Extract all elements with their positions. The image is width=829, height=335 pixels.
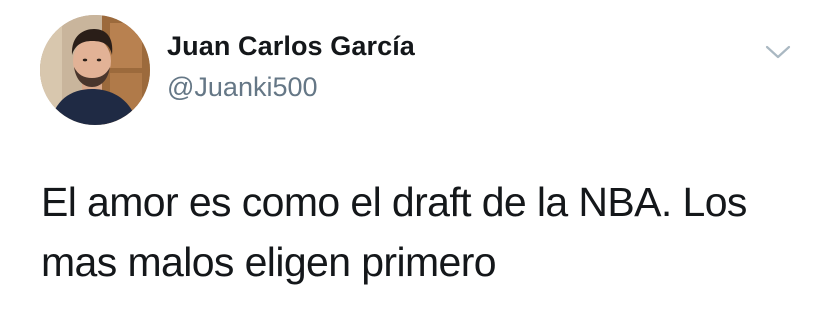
avatar[interactable] [40,15,150,125]
tweet-card: Juan Carlos García @Juanki500 El amor es… [0,0,829,335]
tweet-text: El amor es como el draft de la NBA. Los … [41,179,747,285]
chevron-down-icon[interactable] [764,42,792,62]
avatar-photo [40,15,150,125]
author-handle[interactable]: @Juanki500 [167,72,318,103]
author-display-name[interactable]: Juan Carlos García [167,31,415,62]
